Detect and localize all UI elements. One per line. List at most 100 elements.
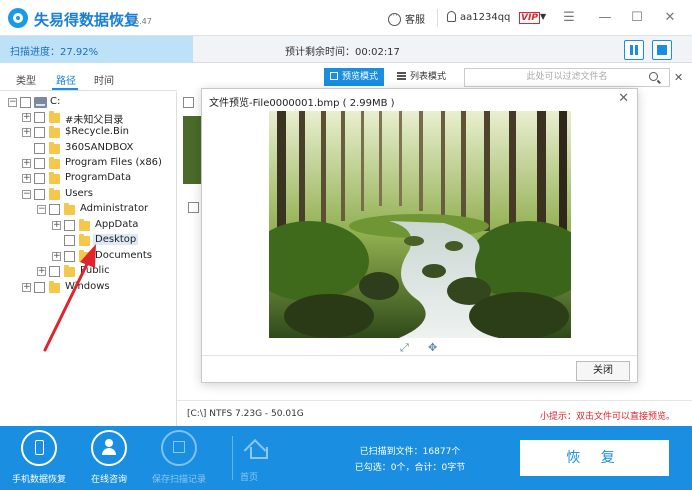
stop-button[interactable] <box>652 40 672 60</box>
folder-icon <box>49 174 60 184</box>
tree-node-label: Documents <box>95 250 152 261</box>
tree-node-label: Public <box>80 265 110 276</box>
user-account[interactable]: aa1234qq <box>447 11 510 23</box>
list-mode-label: 列表模式 <box>410 72 446 82</box>
home-label[interactable]: 首页 <box>240 470 258 483</box>
folder-icon <box>49 283 60 293</box>
expand-icon[interactable]: + <box>22 283 31 292</box>
tab-time[interactable]: 时间 <box>94 72 114 87</box>
chevron-down-icon[interactable]: ▼ <box>540 12 546 21</box>
tree-node-label: ProgramData <box>65 172 131 183</box>
progress-label: 扫描进度：27.92% <box>10 43 98 58</box>
checkbox[interactable] <box>34 282 45 293</box>
scan-summary: 已扫描到文件：16877个 已勾选：0个，合计：0字节 <box>330 444 490 476</box>
filesystem-info: [C:\] NTFS 7.23G - 50.01G <box>187 409 304 419</box>
status-bar: [C:\] NTFS 7.23G - 50.01G 小提示：双击文件可以直接预览… <box>177 400 692 426</box>
collapse-icon[interactable]: − <box>37 205 46 214</box>
checkbox[interactable] <box>34 127 45 138</box>
online-consult-circle <box>91 430 127 466</box>
expand-icon[interactable]: + <box>52 221 61 230</box>
tree-node-label: #未知父目录 <box>65 111 123 126</box>
close-icon[interactable]: ✕ <box>618 91 629 106</box>
select-all-checkbox[interactable] <box>183 97 194 108</box>
service-label: 客服 <box>405 15 425 26</box>
collapse-icon[interactable]: − <box>22 190 31 199</box>
expand-icon[interactable]: + <box>22 174 31 183</box>
phone-recovery-button[interactable]: 手机数据恢复 <box>4 430 74 486</box>
chat-icon <box>388 13 401 26</box>
tree-node-label: Program Files (x86) <box>65 157 162 168</box>
online-consult-label: 在线咨询 <box>74 472 144 485</box>
expand-icon[interactable]: + <box>37 267 46 276</box>
close-dialog-button[interactable]: 关闭 <box>576 361 630 381</box>
preview-mode-button[interactable]: 预览模式 <box>324 68 384 86</box>
phone-recovery-label: 手机数据恢复 <box>4 472 74 485</box>
checkbox[interactable] <box>188 202 199 213</box>
pause-button[interactable] <box>624 40 644 60</box>
actual-size-icon[interactable]: ✥ <box>428 341 437 354</box>
folder-icon <box>79 252 90 262</box>
online-consult-button[interactable]: 在线咨询 <box>74 430 144 486</box>
tree-node-label: 360SANDBOX <box>65 142 133 153</box>
menu-icon[interactable]: ☰ <box>560 9 578 27</box>
customer-service-button[interactable]: 客服 <box>388 11 425 26</box>
close-button[interactable]: ✕ <box>661 9 679 27</box>
folder-icon <box>79 236 90 246</box>
folder-icon <box>49 190 60 200</box>
tree-node-label: Windows <box>65 281 110 292</box>
fit-to-window-icon[interactable]: ⤢ <box>400 341 409 355</box>
dialog-divider <box>202 355 637 356</box>
preview-mode-label: 预览模式 <box>342 72 378 82</box>
checkbox[interactable] <box>34 158 45 169</box>
tab-type[interactable]: 类型 <box>16 72 36 87</box>
expand-icon[interactable]: + <box>22 128 31 137</box>
folder-icon <box>64 267 75 277</box>
vip-badge[interactable]: VIP <box>519 12 540 24</box>
headset-user-icon <box>102 439 116 455</box>
collapse-icon[interactable]: − <box>8 98 17 107</box>
checkbox[interactable] <box>20 97 31 108</box>
username: aa1234qq <box>460 12 510 23</box>
folder-icon <box>49 113 60 123</box>
dialog-title: 文件预览-File0000001.bmp ( 2.99MB ) <box>209 94 395 109</box>
grid-icon <box>330 72 338 80</box>
maximize-button[interactable]: ☐ <box>628 9 646 27</box>
title-divider <box>437 9 438 27</box>
expand-icon[interactable]: + <box>52 252 61 261</box>
tree-node-label: Administrator <box>80 203 148 214</box>
expand-icon[interactable]: + <box>22 113 31 122</box>
save-record-circle <box>161 430 197 466</box>
checkbox[interactable] <box>64 220 75 231</box>
checkbox[interactable] <box>64 235 75 246</box>
app-logo-icon <box>8 8 28 28</box>
directory-tree: − C: + #未知父目录 + $Recycle.Bin 360SANDBOX … <box>0 92 177 426</box>
list-mode-button[interactable]: 列表模式 <box>391 68 452 86</box>
tree-node-label: Desktop <box>93 234 138 245</box>
save-record-button[interactable]: 保存扫描记录 <box>144 430 214 486</box>
checkbox[interactable] <box>49 204 60 215</box>
folder-icon <box>79 221 90 231</box>
checkbox[interactable] <box>34 189 45 200</box>
checkbox[interactable] <box>34 173 45 184</box>
file-thumbnail[interactable] <box>183 116 203 184</box>
bottom-bar: 手机数据恢复 在线咨询 保存扫描记录 首页 已扫描到文件：16877个 已勾选：… <box>0 426 692 490</box>
clear-icon[interactable]: ✕ <box>674 71 683 84</box>
tip-text: 小提示：双击文件可以直接预览。 <box>540 409 675 422</box>
home-icon[interactable] <box>246 438 268 458</box>
checkbox[interactable] <box>49 266 60 277</box>
search-icon[interactable] <box>649 72 658 81</box>
folder-icon <box>49 144 60 154</box>
tree-node-label: C: <box>50 96 60 107</box>
active-tab-indicator <box>52 88 78 90</box>
scanned-count: 已扫描到文件：16877个 <box>330 444 490 460</box>
checkbox[interactable] <box>34 143 45 154</box>
filter-input[interactable]: 此处可以过滤文件名 <box>464 68 670 87</box>
folder-icon <box>64 205 75 215</box>
app-title: 失易得数据恢复 <box>34 9 139 30</box>
tab-path[interactable]: 路径 <box>56 72 76 87</box>
checkbox[interactable] <box>64 251 75 262</box>
checkbox[interactable] <box>34 112 45 123</box>
expand-icon[interactable]: + <box>22 159 31 168</box>
recover-button[interactable]: 恢 复 <box>520 440 669 476</box>
minimize-button[interactable]: — <box>596 9 614 27</box>
